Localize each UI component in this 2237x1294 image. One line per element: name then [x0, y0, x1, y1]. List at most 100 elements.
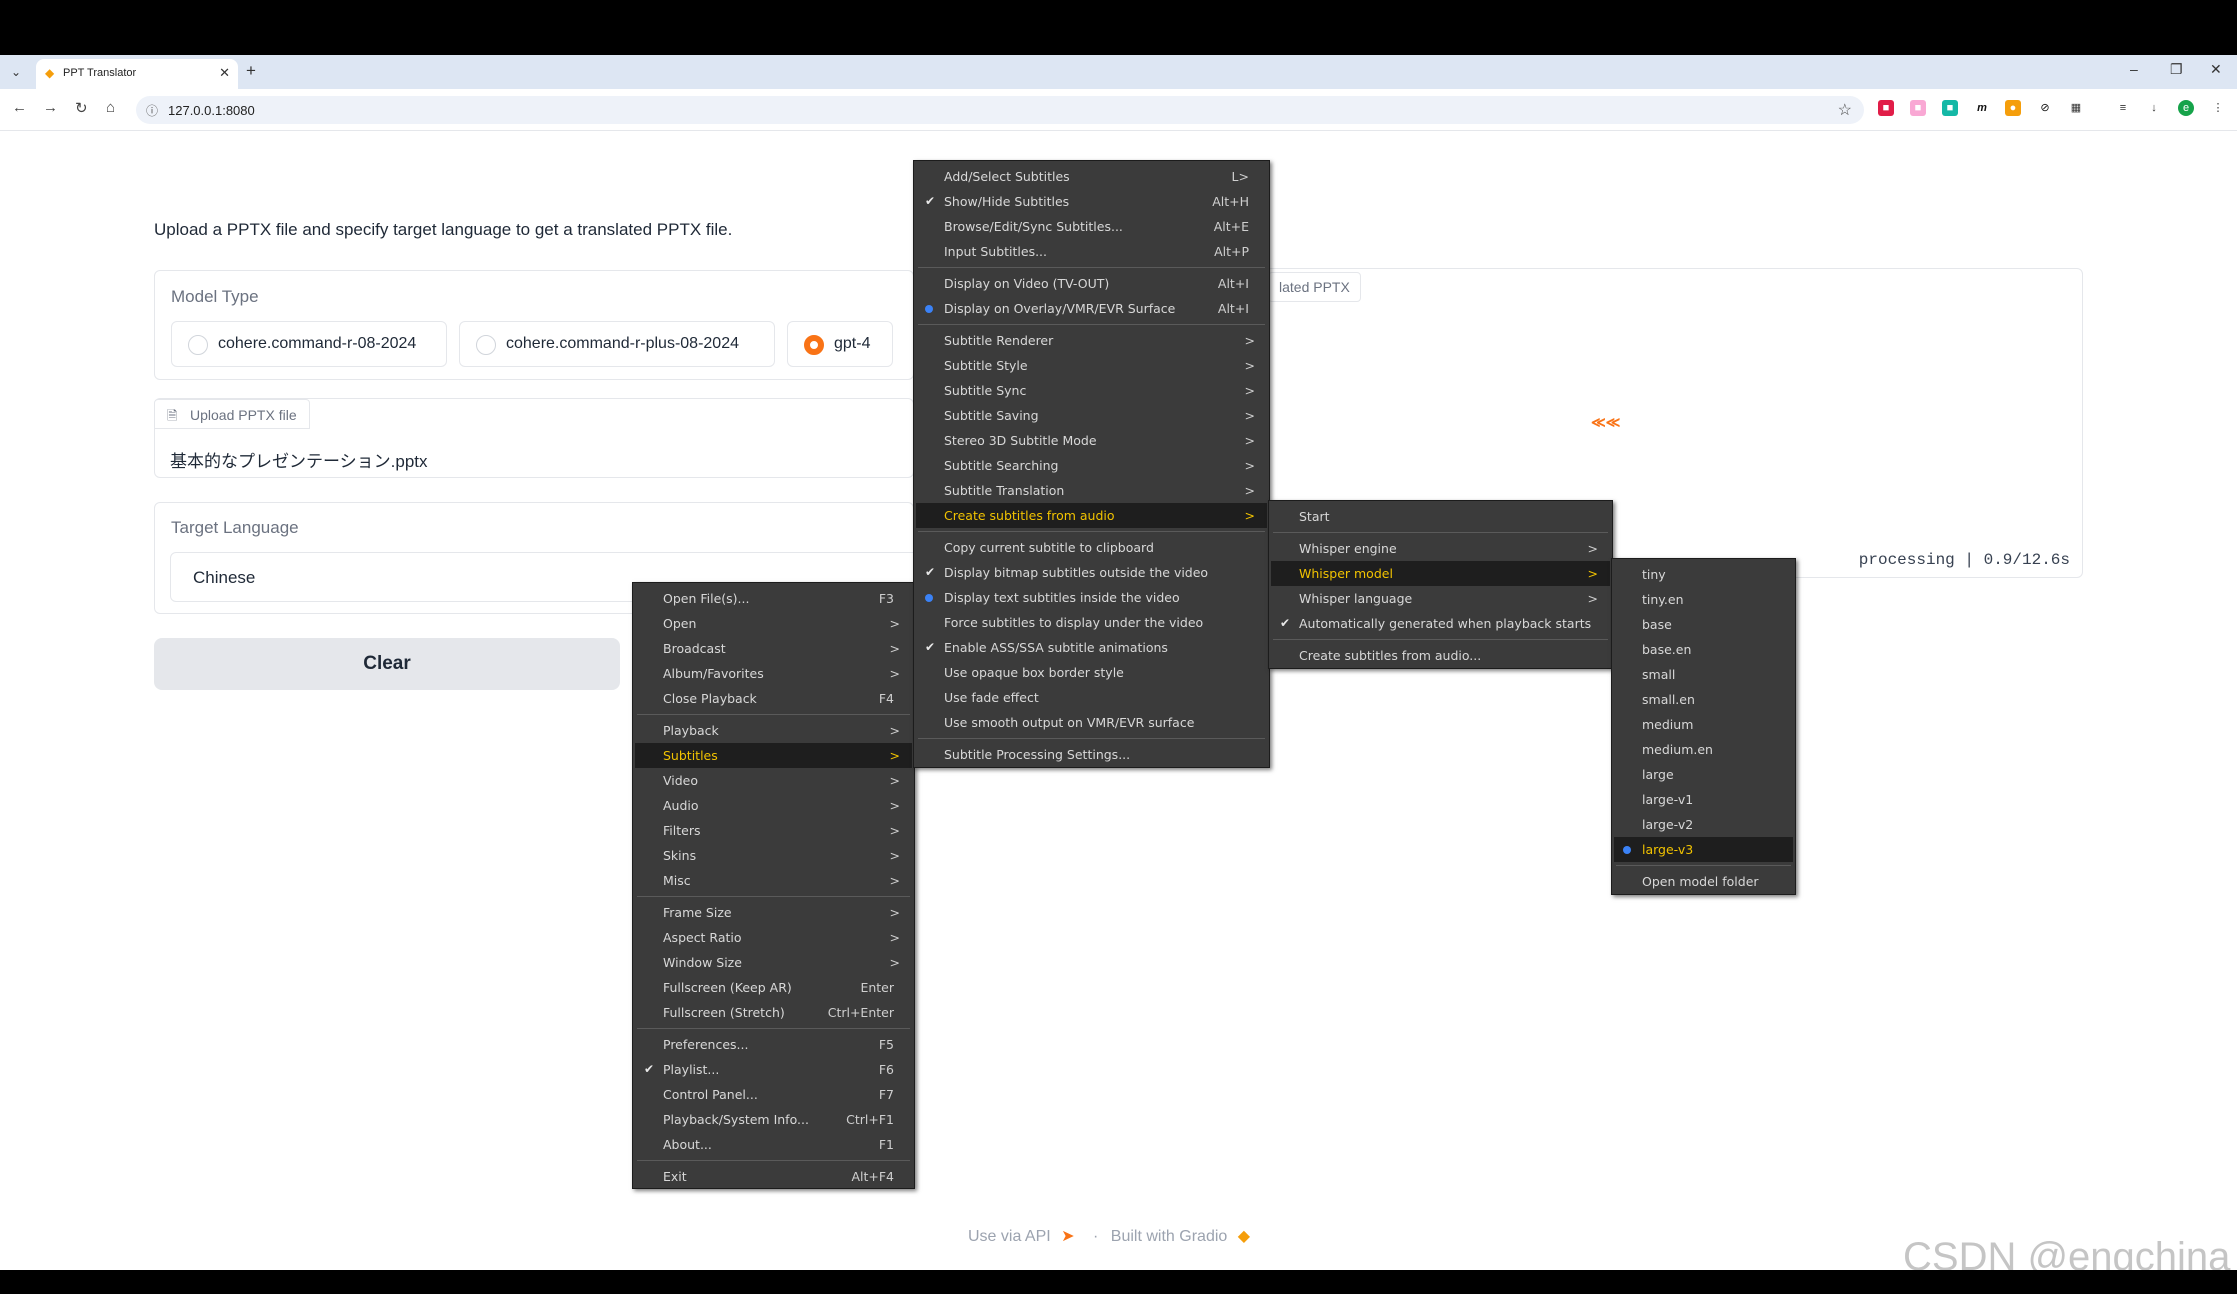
whisper-model-item-large-v2[interactable]: large-v2: [1614, 812, 1793, 837]
url-input[interactable]: ⓘ 127.0.0.1:8080 ☆: [136, 96, 1864, 124]
audio-menu-item-start[interactable]: Start: [1271, 504, 1610, 529]
extension-pink-icon[interactable]: ■: [1910, 100, 1926, 116]
forward-icon[interactable]: →: [43, 99, 58, 116]
whisper-model-item-base-en[interactable]: base.en: [1614, 637, 1793, 662]
main-menu-item-aspect-ratio[interactable]: Aspect Ratio >: [635, 925, 912, 950]
whisper-model-item-large-v1[interactable]: large-v1: [1614, 787, 1793, 812]
model-option-cohere-r-plus[interactable]: cohere.command-r-plus-08-2024: [459, 321, 775, 367]
clear-button[interactable]: Clear: [154, 638, 620, 690]
main-menu-item-preferences[interactable]: Preferences... F5: [635, 1032, 912, 1057]
audio-menu-item-whisper-model[interactable]: Whisper model >: [1271, 561, 1610, 586]
main-menu-item-skins[interactable]: Skins >: [635, 843, 912, 868]
extension-teal-icon[interactable]: ■: [1942, 100, 1958, 116]
subtitles-menu-item-create-subtitles-from-audio[interactable]: Create subtitles from audio >: [916, 503, 1267, 528]
subtitles-menu-item-subtitle-renderer[interactable]: Subtitle Renderer >: [916, 328, 1267, 353]
subtitles-menu-item-subtitle-searching[interactable]: Subtitle Searching >: [916, 453, 1267, 478]
subtitles-menu-item-enable-ass-ssa-subtitle-animations[interactable]: ✔ Enable ASS/SSA subtitle animations: [916, 635, 1267, 660]
model-option-cohere-r[interactable]: cohere.command-r-08-2024: [171, 321, 447, 367]
audio-menu-item-automatically-generated-when-playback-starts[interactable]: ✔ Automatically generated when playback s…: [1271, 611, 1610, 636]
reading-list-icon[interactable]: ≡: [2115, 100, 2131, 116]
extension-translate-icon[interactable]: ■: [1878, 100, 1894, 116]
subtitles-menu-item-display-on-video-tv-out[interactable]: Display on Video (TV-OUT) Alt+I: [916, 271, 1267, 296]
main-menu-item-filters[interactable]: Filters >: [635, 818, 912, 843]
subtitles-menu-item-subtitle-saving[interactable]: Subtitle Saving >: [916, 403, 1267, 428]
extension-block-icon[interactable]: ⊘: [2037, 100, 2053, 116]
main-menu-item-audio[interactable]: Audio >: [635, 793, 912, 818]
main-menu-item-about[interactable]: About... F1: [635, 1132, 912, 1157]
extension-cookie-icon[interactable]: ●: [2005, 100, 2021, 116]
subtitles-menu-item-input-subtitles[interactable]: Input Subtitles... Alt+P: [916, 239, 1267, 264]
whisper-model-item-tiny[interactable]: tiny: [1614, 562, 1793, 587]
subtitles-menu-item-subtitle-style[interactable]: Subtitle Style >: [916, 353, 1267, 378]
model-option-gpt4[interactable]: gpt-4: [787, 321, 893, 367]
subtitles-menu-item-use-opaque-box-border-style[interactable]: Use opaque box border style: [916, 660, 1267, 685]
whisper-model-item-tiny-en[interactable]: tiny.en: [1614, 587, 1793, 612]
main-menu-item-album-favorites[interactable]: Album/Favorites >: [635, 661, 912, 686]
back-icon[interactable]: ←: [12, 99, 27, 116]
whisper-model-item-open-model-folder[interactable]: Open model folder: [1614, 869, 1793, 894]
main-menu-item-control-panel[interactable]: Control Panel... F7: [635, 1082, 912, 1107]
subtitles-menu-item-subtitle-processing-settings[interactable]: Subtitle Processing Settings...: [916, 742, 1267, 767]
home-icon[interactable]: ⌂: [106, 99, 115, 116]
profile-avatar-icon[interactable]: e: [2178, 100, 2194, 116]
menu-separator: [918, 324, 1265, 325]
main-menu-item-playback[interactable]: Playback >: [635, 718, 912, 743]
built-with-gradio-link[interactable]: Built with Gradio: [1111, 1228, 1228, 1245]
main-menu-item-playback-system-info[interactable]: Playback/System Info... Ctrl+F1: [635, 1107, 912, 1132]
use-via-api-link[interactable]: Use via API: [968, 1228, 1051, 1245]
browser-tab[interactable]: ◆ PPT Translator ✕: [36, 59, 238, 89]
browser-menu-icon[interactable]: ⋮: [2210, 100, 2226, 116]
close-tab-icon[interactable]: ✕: [219, 65, 230, 81]
main-menu-item-frame-size[interactable]: Frame Size >: [635, 900, 912, 925]
minimize-icon[interactable]: –: [2130, 61, 2138, 77]
extensions-puzzle-icon[interactable]: ▦: [2068, 100, 2084, 116]
audio-menu-item-whisper-engine[interactable]: Whisper engine >: [1271, 536, 1610, 561]
extension-m-icon[interactable]: m: [1974, 100, 1990, 116]
main-menu-item-video[interactable]: Video >: [635, 768, 912, 793]
subtitles-menu-item-force-subtitles-to-display-under-the-video[interactable]: Force subtitles to display under the vid…: [916, 610, 1267, 635]
whisper-model-item-large-v3[interactable]: large-v3: [1614, 837, 1793, 862]
subtitles-menu-item-subtitle-translation[interactable]: Subtitle Translation >: [916, 478, 1267, 503]
whisper-model-item-medium-en[interactable]: medium.en: [1614, 737, 1793, 762]
subtitles-menu-item-browse-edit-sync-subtitles[interactable]: Browse/Edit/Sync Subtitles... Alt+E: [916, 214, 1267, 239]
create-subtitles-from-audio-submenu: Start Whisper engine > Whisper model > Whispe…: [1268, 500, 1613, 669]
subtitles-menu-item-display-bitmap-subtitles-outside-the-video[interactable]: ✔ Display bitmap subtitles outside the vi…: [916, 560, 1267, 585]
uploaded-file-name[interactable]: 基本的なプレゼンテーション.pptx: [170, 447, 428, 472]
reload-icon[interactable]: ↻: [75, 99, 88, 117]
audio-menu-item-create-subtitles-from-audio[interactable]: Create subtitles from audio...: [1271, 643, 1610, 668]
tab-search-icon[interactable]: ⌄: [6, 63, 26, 81]
main-menu-item-fullscreen-keep-ar[interactable]: Fullscreen (Keep AR) Enter: [635, 975, 912, 1000]
subtitles-menu-item-show-hide-subtitles[interactable]: ✔ Show/Hide Subtitles Alt+H: [916, 189, 1267, 214]
main-menu-item-open[interactable]: Open >: [635, 611, 912, 636]
submenu-arrow-icon: >: [1587, 541, 1598, 556]
main-menu-item-broadcast[interactable]: Broadcast >: [635, 636, 912, 661]
download-icon[interactable]: ↓: [2146, 100, 2162, 116]
subtitles-menu-item-stereo-3d-subtitle-mode[interactable]: Stereo 3D Subtitle Mode >: [916, 428, 1267, 453]
whisper-model-item-base[interactable]: base: [1614, 612, 1793, 637]
main-menu-item-close-playback[interactable]: Close Playback F4: [635, 686, 912, 711]
audio-menu-item-whisper-language[interactable]: Whisper language >: [1271, 586, 1610, 611]
main-menu-item-window-size[interactable]: Window Size >: [635, 950, 912, 975]
main-menu-item-subtitles[interactable]: Subtitles >: [635, 743, 912, 768]
subtitles-menu-item-use-smooth-output-on-vmr-evr-surface[interactable]: Use smooth output on VMR/EVR surface: [916, 710, 1267, 735]
whisper-model-item-large[interactable]: large: [1614, 762, 1793, 787]
subtitles-menu-item-display-on-overlay-vmr-evr-surface[interactable]: Display on Overlay/VMR/EVR Surface Alt+I: [916, 296, 1267, 321]
bookmark-star-icon[interactable]: ☆: [1838, 100, 1852, 120]
subtitles-menu-item-subtitle-sync[interactable]: Subtitle Sync >: [916, 378, 1267, 403]
site-info-icon[interactable]: ⓘ: [146, 102, 158, 119]
whisper-model-item-small-en[interactable]: small.en: [1614, 687, 1793, 712]
close-window-icon[interactable]: ✕: [2210, 61, 2222, 78]
main-menu-item-misc[interactable]: Misc >: [635, 868, 912, 893]
whisper-model-item-medium[interactable]: medium: [1614, 712, 1793, 737]
subtitles-menu-item-display-text-subtitles-inside-the-video[interactable]: Display text subtitles inside the video: [916, 585, 1267, 610]
main-menu-item-playlist[interactable]: ✔ Playlist... F6: [635, 1057, 912, 1082]
subtitles-menu-item-add-select-subtitles[interactable]: Add/Select Subtitles L>: [916, 164, 1267, 189]
main-menu-item-open-file-s[interactable]: Open File(s)... F3: [635, 586, 912, 611]
restore-icon[interactable]: ❐: [2170, 61, 2183, 78]
new-tab-icon[interactable]: +: [246, 61, 256, 81]
subtitles-menu-item-copy-current-subtitle-to-clipboard[interactable]: Copy current subtitle to clipboard: [916, 535, 1267, 560]
whisper-model-item-small[interactable]: small: [1614, 662, 1793, 687]
subtitles-menu-item-use-fade-effect[interactable]: Use fade effect: [916, 685, 1267, 710]
main-menu-item-exit[interactable]: Exit Alt+F4: [635, 1164, 912, 1189]
main-menu-item-fullscreen-stretch[interactable]: Fullscreen (Stretch) Ctrl+Enter: [635, 1000, 912, 1025]
